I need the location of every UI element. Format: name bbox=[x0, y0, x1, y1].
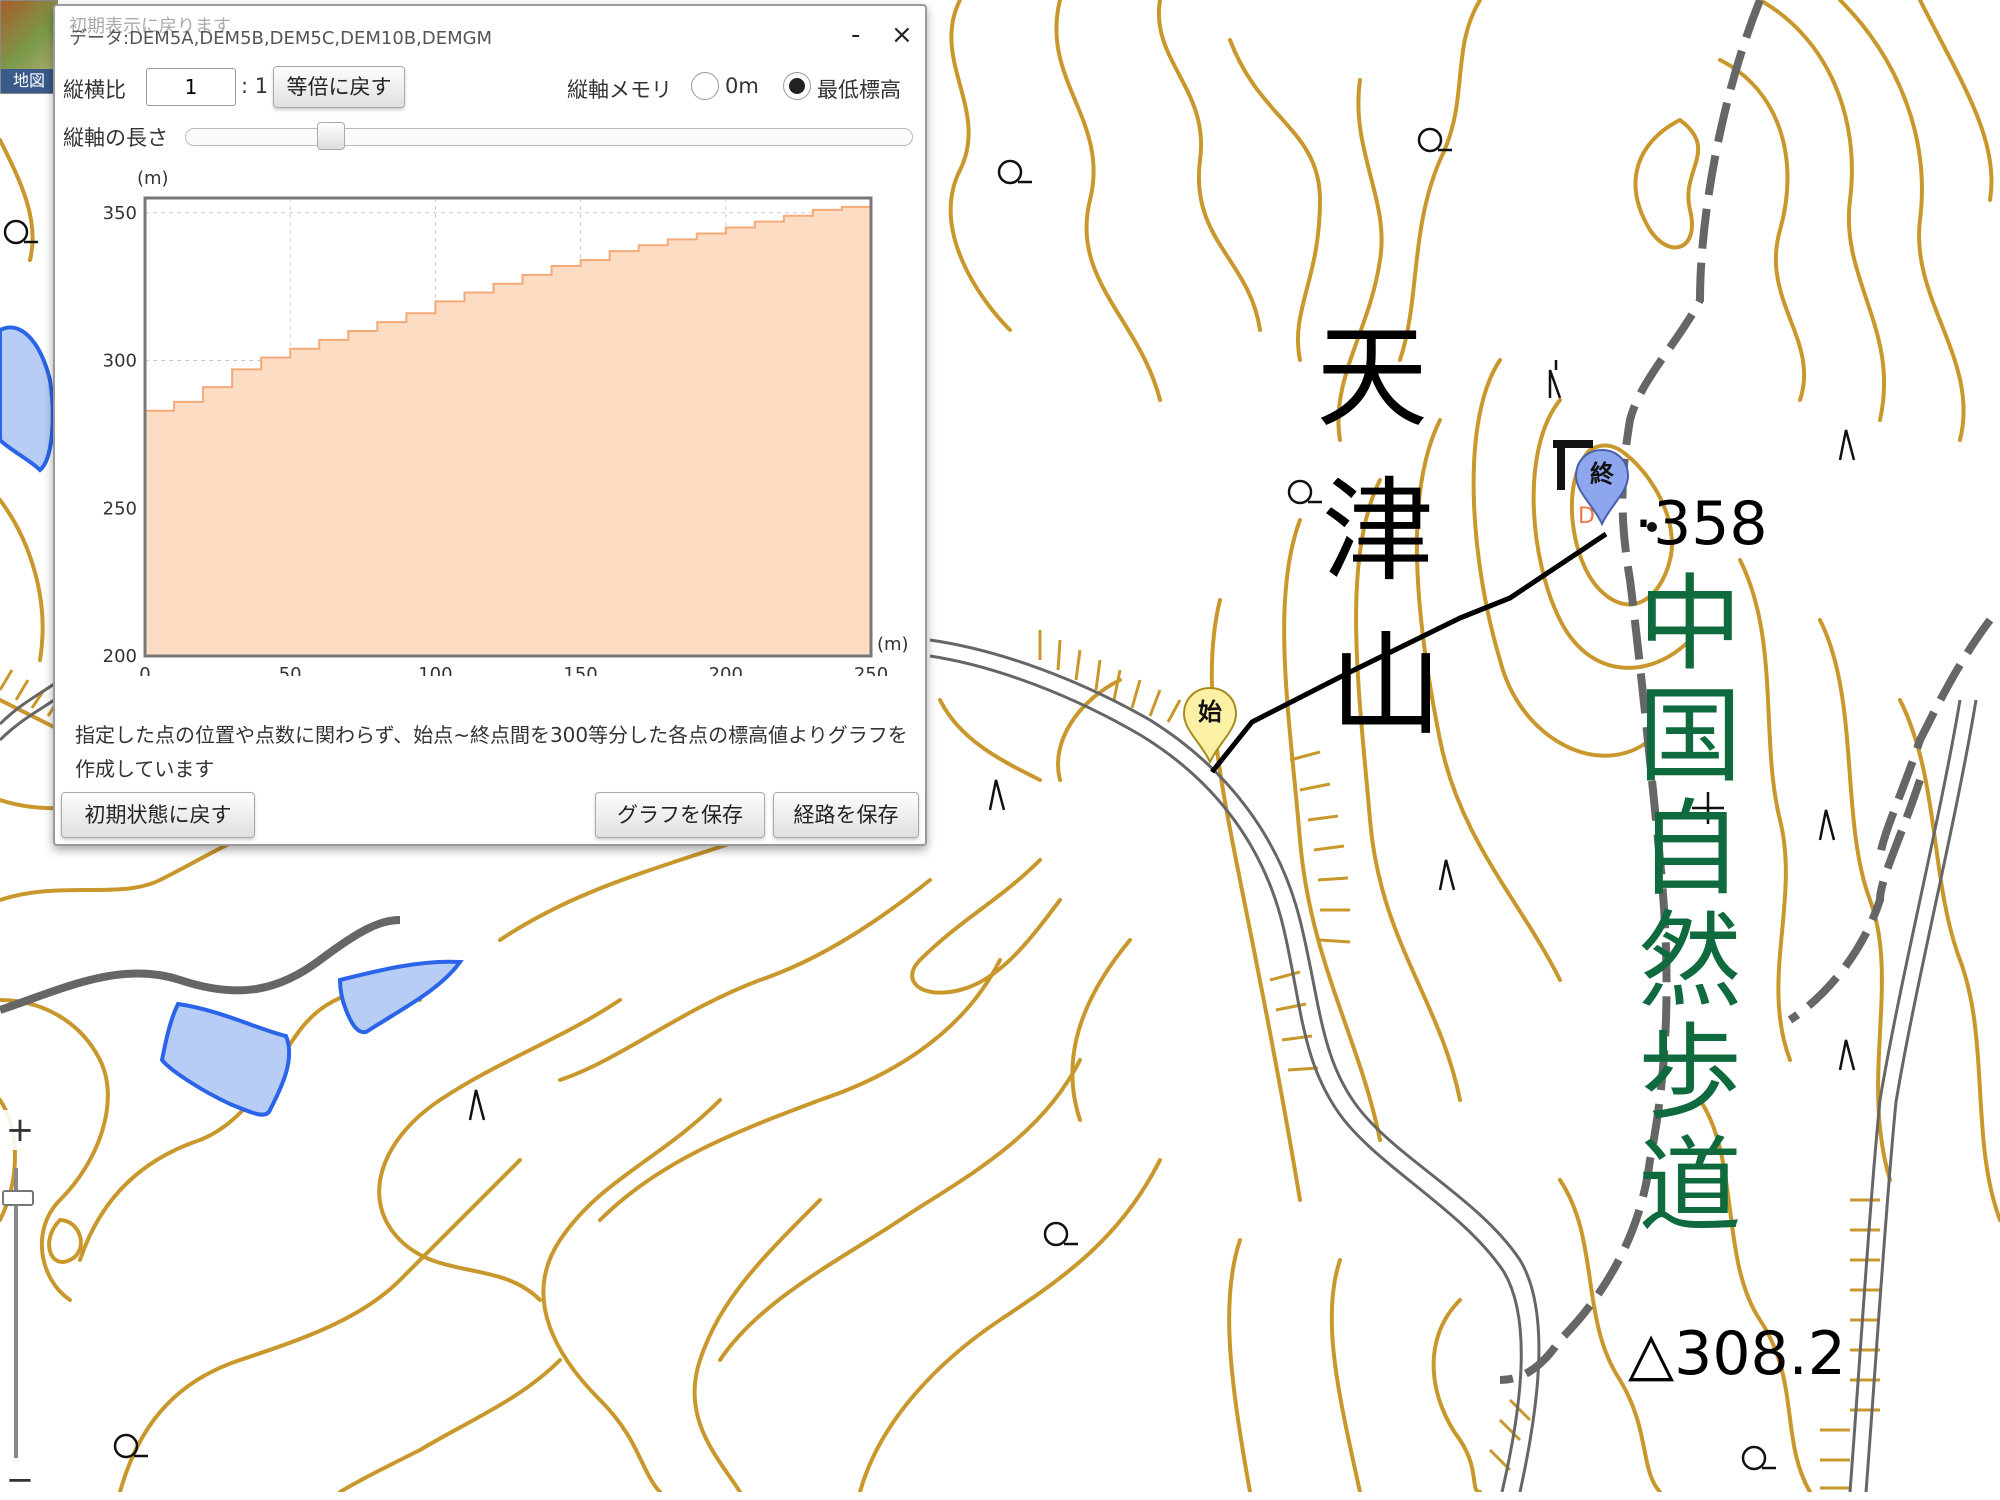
elevation-area bbox=[144, 200, 872, 657]
layer-button-label: 地図 bbox=[1, 69, 57, 93]
mountain-name-char-1: 天 bbox=[1316, 313, 1428, 443]
zoom-slider-track[interactable] bbox=[14, 1168, 18, 1458]
elevation-profile-dialog: 初期表示に戻ります データ:DEM5A,DEM5B,DEM5C,DEM10B,D… bbox=[53, 4, 927, 846]
triangulation-point-label: △308.2 bbox=[1628, 1319, 1846, 1389]
axis-length-label: 縦軸の長さ bbox=[63, 126, 168, 150]
zoom-in-button[interactable]: + bbox=[0, 1110, 40, 1150]
elevation-chart: 200 250 300 350 0 50 100 150 200 250 (m) (m) bbox=[103, 168, 909, 676]
axis-length-slider-thumb[interactable] bbox=[317, 122, 345, 150]
minimize-icon[interactable]: - bbox=[851, 20, 860, 50]
x-tick-label: 100 bbox=[418, 664, 452, 676]
reset-scale-button[interactable]: 等倍に戻す bbox=[273, 66, 405, 108]
zoom-slider-thumb[interactable] bbox=[2, 1190, 34, 1206]
radio-min-elevation-label: 最低標高 bbox=[817, 78, 901, 102]
close-icon[interactable]: × bbox=[891, 20, 913, 50]
save-route-button[interactable]: 経路を保存 bbox=[773, 792, 919, 838]
mountain-name-char-3: 山 bbox=[1330, 621, 1442, 751]
start-marker-label: 始 bbox=[1198, 698, 1222, 726]
x-axis-label: (m) bbox=[877, 634, 909, 655]
layer-thumbnail[interactable]: 地図 bbox=[0, 0, 58, 94]
aspect-ratio-suffix: : 1 bbox=[241, 74, 269, 98]
axis-scale-label: 縦軸メモリ bbox=[567, 78, 672, 102]
dialog-title: データ:DEM5A,DEM5B,DEM5C,DEM10B,DEMGM bbox=[69, 28, 493, 49]
end-marker[interactable]: 終 bbox=[1572, 446, 1632, 527]
radio-min-elevation[interactable] bbox=[783, 72, 811, 100]
nature-trail-name: 中国自然歩道 bbox=[1638, 563, 1743, 1247]
reset-state-button[interactable]: 初期状態に戻す bbox=[61, 792, 255, 838]
start-marker[interactable]: 始 bbox=[1180, 684, 1240, 765]
axis-length-slider-track[interactable] bbox=[185, 128, 913, 146]
aspect-ratio-input[interactable] bbox=[146, 68, 236, 106]
save-graph-button[interactable]: グラフを保存 bbox=[595, 792, 765, 838]
y-tick-label: 200 bbox=[103, 646, 137, 667]
zoom-control: + − bbox=[0, 1110, 40, 1500]
y-tick-label: 350 bbox=[103, 203, 137, 224]
end-marker-label: 終 bbox=[1590, 460, 1614, 488]
x-tick-label: 250 bbox=[854, 664, 888, 676]
x-tick-label: 0 bbox=[139, 664, 150, 676]
y-axis-label: (m) bbox=[137, 168, 169, 189]
radio-zero-label: 0m bbox=[725, 74, 759, 98]
zoom-out-button[interactable]: − bbox=[0, 1460, 40, 1500]
x-tick-label: 50 bbox=[279, 664, 302, 676]
graph-note: 指定した点の位置や点数に関わらず、始点~終点間を300等分した各点の標高値よりグ… bbox=[75, 723, 908, 781]
radio-zero[interactable] bbox=[691, 72, 719, 100]
y-tick-label: 300 bbox=[103, 351, 137, 372]
x-tick-label: 200 bbox=[709, 664, 743, 676]
y-tick-label: 250 bbox=[103, 498, 137, 519]
x-tick-label: 150 bbox=[563, 664, 597, 676]
aspect-ratio-label: 縦横比 bbox=[63, 78, 126, 102]
peak-elevation-label: ·358 bbox=[1634, 489, 1768, 559]
mountain-name-char-2: 津 bbox=[1322, 467, 1434, 597]
